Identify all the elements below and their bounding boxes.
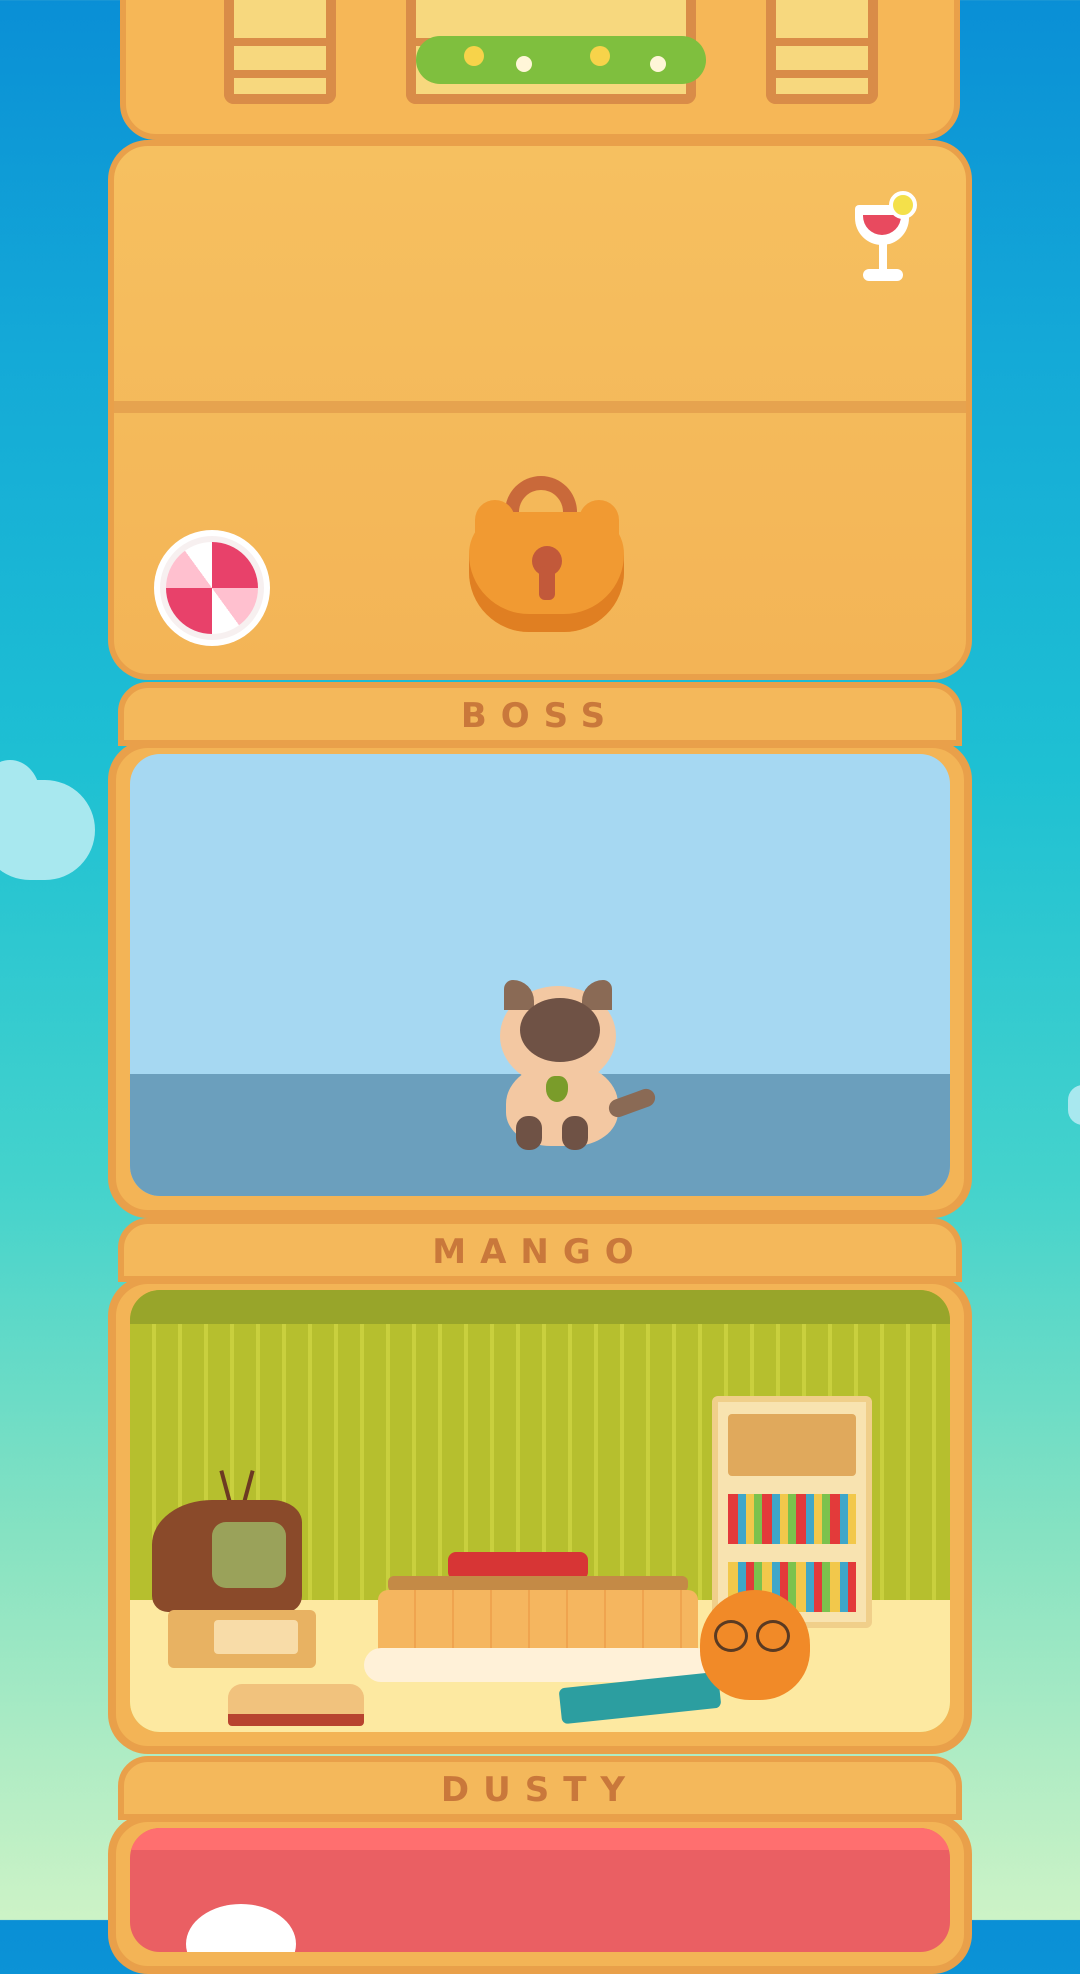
lamp-icon (186, 1904, 296, 1952)
room-label-boss: BOSS (118, 682, 962, 746)
tv-icon[interactable] (152, 1470, 316, 1668)
lock-icon[interactable] (469, 476, 624, 636)
room-dusty[interactable] (108, 1814, 972, 1974)
locked-floor[interactable] (108, 140, 972, 680)
flower-icon (516, 56, 532, 72)
cat-boss[interactable] (488, 976, 658, 1150)
ocean-scene (130, 754, 950, 1196)
cat-mango[interactable] (700, 1590, 810, 1700)
kotatsu-table (364, 1552, 714, 1686)
room-mango[interactable] (108, 1276, 972, 1754)
beach-ball-icon (160, 536, 264, 640)
living-room-scene (130, 1290, 950, 1732)
slippers (228, 1684, 364, 1726)
red-room-scene (130, 1828, 950, 1952)
flower-box (416, 36, 706, 84)
flower-icon (590, 46, 610, 66)
room-label-dusty: DUSTY (118, 1756, 962, 1820)
room-label-mango: MANGO (118, 1218, 962, 1282)
flower-icon (650, 56, 666, 72)
flower-icon (464, 46, 484, 66)
window-right (766, 0, 878, 104)
plank-divider (114, 401, 966, 413)
wall-trim (130, 1828, 950, 1850)
tower-roof (120, 0, 960, 140)
cocktail-icon (849, 191, 919, 291)
cat-tower: BOSS MANGO DUSTY (108, 0, 972, 1974)
cloud-right (1068, 1085, 1080, 1125)
room-boss[interactable] (108, 740, 972, 1218)
wall-top-trim (130, 1290, 950, 1324)
window-left (224, 0, 336, 104)
